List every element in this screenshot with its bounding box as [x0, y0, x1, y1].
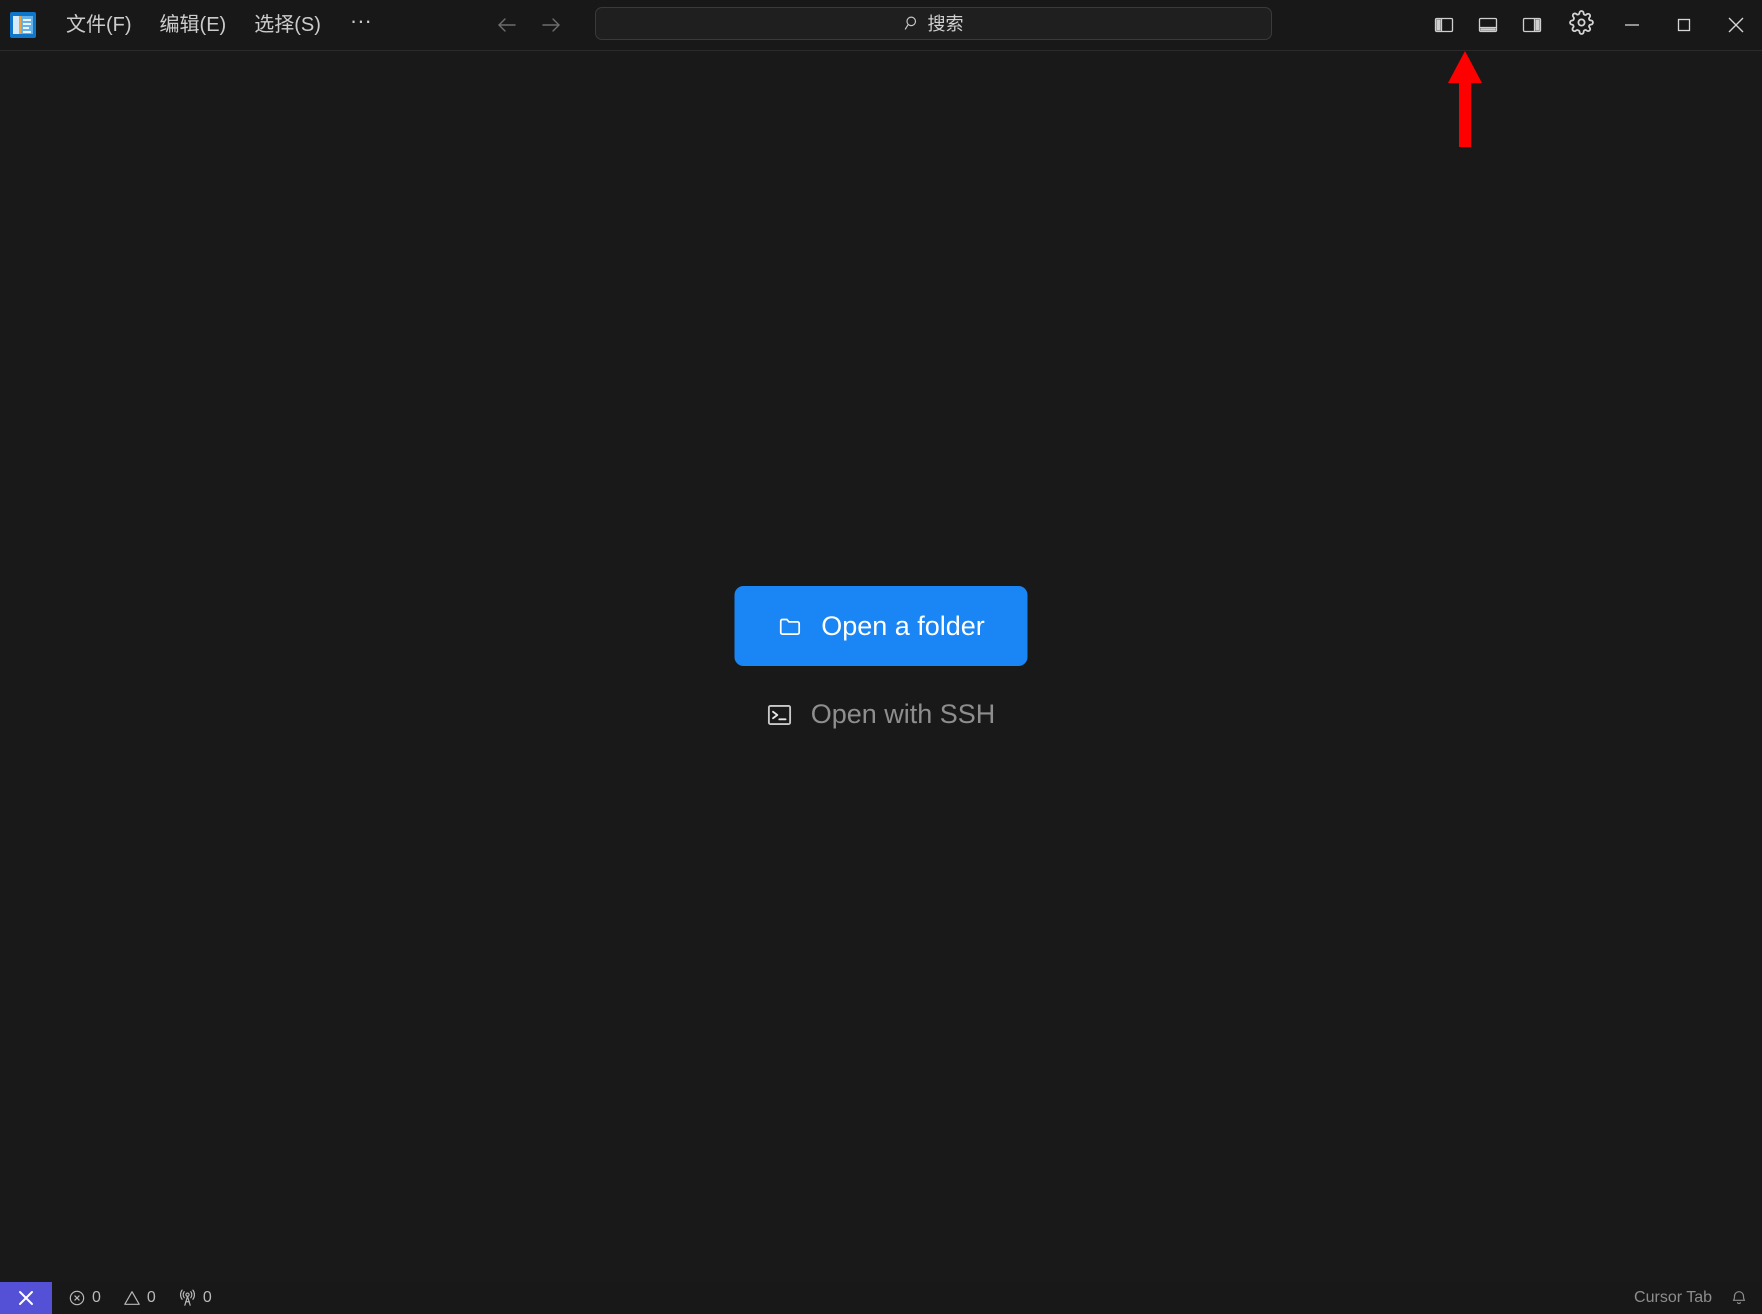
minimize-button[interactable]: [1606, 0, 1658, 50]
toggle-primary-sidebar-button[interactable]: [1426, 7, 1462, 43]
menu-file[interactable]: 文件(F): [55, 10, 143, 40]
title-bar-left: 文件(F) 编辑(E) 选择(S) ···: [0, 0, 387, 50]
search-inner: 搜索: [904, 15, 964, 33]
minimize-icon: [1621, 14, 1643, 36]
open-folder-label: Open a folder: [821, 610, 985, 641]
errors-count: 0: [92, 1289, 101, 1306]
terminal-icon: [767, 702, 793, 728]
menu-more-button[interactable]: ···: [338, 10, 384, 37]
status-bar-spacer: [212, 1282, 1634, 1314]
warnings-count: 0: [146, 1289, 156, 1306]
arrow-right-icon[interactable]: [539, 13, 563, 37]
search-input[interactable]: 搜索: [595, 7, 1272, 40]
radio-tower-icon: [178, 1289, 197, 1308]
remote-host-icon: [14, 1286, 38, 1310]
folder-icon: [777, 613, 803, 639]
app-logo-icon: [10, 12, 36, 38]
search-placeholder: 搜索: [927, 13, 964, 34]
ports-count: 0: [202, 1289, 212, 1306]
status-bar-right: Cursor Tab: [1634, 1282, 1762, 1314]
maximize-button[interactable]: [1658, 0, 1710, 50]
title-bar: 文件(F) 编辑(E) 选择(S) ··· 搜索: [0, 0, 1762, 51]
bell-icon[interactable]: [1730, 1289, 1748, 1307]
errors-status[interactable]: 0: [68, 1289, 101, 1307]
layout-sidebar-right-icon: [1521, 14, 1543, 36]
welcome-actions: Open a folder Open with SSH: [734, 586, 1028, 729]
layout-sidebar-left-icon: [1433, 14, 1455, 36]
menu-selection[interactable]: 选择(S): [243, 10, 332, 40]
navigation-arrows: [495, 13, 563, 37]
gear-icon: [1568, 10, 1594, 40]
title-bar-right: [1422, 0, 1762, 50]
warning-triangle-icon: [123, 1289, 141, 1307]
maximize-icon: [1673, 14, 1695, 36]
open-with-ssh-button[interactable]: Open with SSH: [767, 699, 996, 729]
search-icon: [904, 15, 921, 32]
error-circle-icon: [68, 1289, 86, 1307]
toggle-panel-button[interactable]: [1470, 7, 1506, 43]
status-bar-left: 0 0 0: [52, 1282, 212, 1314]
manage-settings-button[interactable]: [1562, 6, 1600, 44]
layout-panel-bottom-icon: [1477, 14, 1499, 36]
editor-empty-area: Open a folder Open with SSH: [0, 51, 1762, 1282]
open-folder-button[interactable]: Open a folder: [734, 586, 1028, 666]
ports-status[interactable]: 0: [178, 1289, 212, 1308]
close-icon: [1724, 13, 1748, 37]
toggle-secondary-sidebar-button[interactable]: [1514, 7, 1550, 43]
cursor-tab-status[interactable]: Cursor Tab: [1634, 1290, 1712, 1306]
remote-host-button[interactable]: [0, 1282, 52, 1314]
status-bar: 0 0 0 Cursor Tab: [0, 1282, 1762, 1314]
application-window: 文件(F) 编辑(E) 选择(S) ··· 搜索 Open a folder O…: [0, 0, 1762, 1314]
open-with-ssh-label: Open with SSH: [810, 699, 996, 729]
arrow-left-icon[interactable]: [495, 13, 519, 37]
close-button[interactable]: [1710, 0, 1762, 50]
warnings-status[interactable]: 0: [123, 1289, 156, 1307]
menu-edit[interactable]: 编辑(E): [149, 10, 238, 40]
